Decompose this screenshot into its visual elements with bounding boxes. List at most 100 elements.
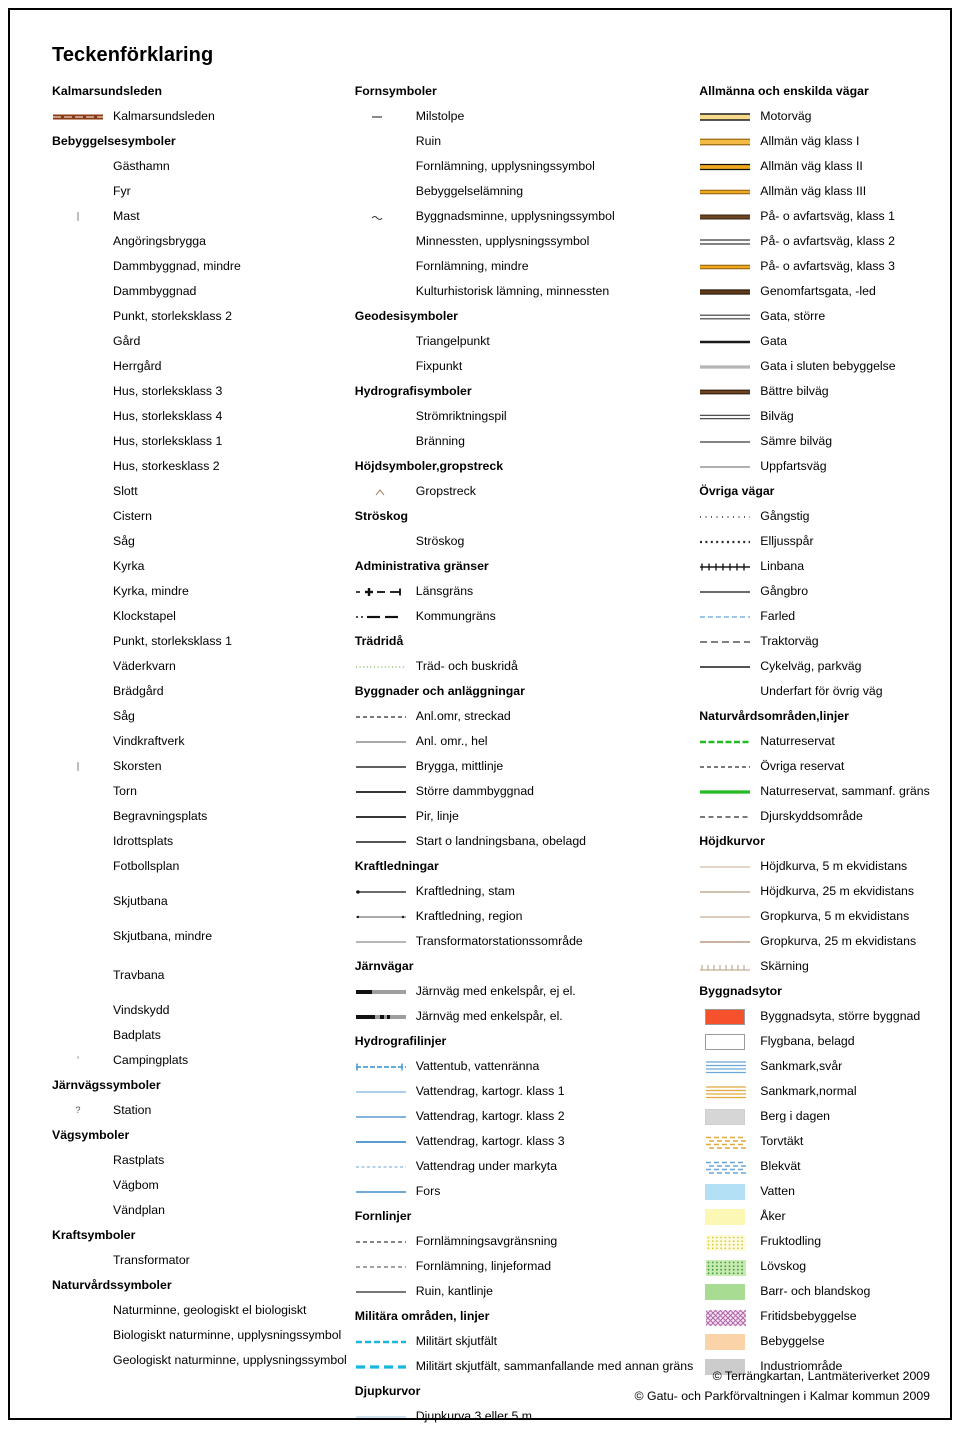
legend-item-label: Kyrka, mindre: [113, 584, 189, 598]
legend-item: Vattentub, vattenränna: [355, 1054, 694, 1079]
legend-item-label: Vatten: [760, 1184, 795, 1198]
point-blank-icon: [355, 159, 407, 174]
line-anlomr-hel-icon: [355, 734, 407, 749]
legend-item-label: Blekvät: [760, 1159, 801, 1173]
legend-item: Järnväg med enkelspår, ej el.: [355, 979, 694, 1004]
legend-group-administrativa-granser: Administrativa gränser: [354, 559, 489, 573]
legend-item-label: Elljusspår: [760, 534, 814, 548]
point-station-icon: ?: [75, 1105, 81, 1115]
legend-item-label: Rastplats: [113, 1153, 165, 1167]
point-blank-icon: [355, 334, 407, 349]
legend-item-label: Gropkurva, 5 m ekvidistans: [760, 909, 910, 923]
point-blank-icon: [355, 234, 407, 249]
legend-item-label: Åker: [760, 1209, 786, 1223]
point-blank-icon: [52, 259, 104, 274]
legend-item: Allmän väg klass I: [699, 129, 932, 154]
legend-item: Väderkvarn: [52, 654, 347, 679]
road-klass3-icon: [699, 184, 751, 199]
legend-item: Hus, storleksklass 3: [52, 379, 347, 404]
point-blank-icon: [52, 734, 104, 749]
area-torvtakt-icon: [699, 1134, 751, 1151]
copyright-line-1: © Terrängkartan, Lantmäteriverket 2009: [712, 1369, 930, 1383]
legend-item-label: Idrottsplats: [113, 834, 174, 848]
point-blank-icon: [52, 234, 104, 249]
line-ovriga-reservat-icon: [699, 759, 751, 774]
legend-item: Milstolpe: [355, 104, 694, 129]
legend-item-label: Dammbyggnad, mindre: [113, 259, 241, 273]
point-blank-icon: [52, 334, 104, 349]
road-bilvag-icon: [699, 409, 751, 424]
legend-item: Barr- och blandskog: [699, 1279, 932, 1304]
legend-item: Byggnadsyta, större byggnad: [699, 1004, 932, 1029]
point-blank-icon: [355, 534, 407, 549]
legend-item-label: Kalmarsundsleden: [113, 109, 215, 123]
legend-item-label: Station: [113, 1103, 152, 1117]
area-byggnadsyta-icon: [699, 1008, 751, 1025]
line-naturreservat-samman-icon: [699, 784, 751, 799]
legend-group-vagsymboler: Vägsymboler: [52, 1128, 130, 1142]
point-gropstreck-icon: [355, 484, 407, 499]
legend-item: Fornlämning, mindre: [355, 254, 694, 279]
legend-item-label: Ruin: [415, 134, 442, 148]
legend-item-label: Triangelpunkt: [415, 334, 490, 348]
legend-item-label: Gångbro: [760, 584, 809, 598]
point-blank-icon: [52, 1003, 104, 1018]
legend-item: Vattendrag, kartogr. klass 3: [355, 1129, 694, 1154]
legend-item-label: Allmän väg klass II: [760, 159, 863, 173]
area-barrskog-icon: [699, 1283, 751, 1300]
legend-item: Såg: [52, 529, 347, 554]
legend-item-label: Slott: [113, 484, 138, 498]
point-mast-icon: ∣: [75, 211, 81, 221]
point-blank-icon: [52, 409, 104, 424]
point-blank-icon: [52, 1253, 104, 1268]
legend-item: Genomfartsgata, -led: [699, 279, 932, 304]
line-hojdkurva25-icon: [699, 884, 751, 899]
legend-item: Gård: [52, 329, 347, 354]
legend-item-label: Vattendrag under markyta: [415, 1159, 558, 1173]
legend-item: Dammbyggnad, mindre: [52, 254, 347, 279]
area-fruktodling-icon: [699, 1234, 751, 1251]
point-blank-icon: [52, 1328, 104, 1343]
legend-item: Triangelpunkt: [355, 329, 694, 354]
point-byggnadsminne-icon: [355, 209, 407, 224]
legend-item-label: Allmän väg klass I: [760, 134, 860, 148]
legend-group-geodesisymboler: Geodesisymboler: [354, 309, 458, 323]
road-avfart2-icon: [699, 234, 751, 249]
legend-item-label: Ströskog: [415, 534, 465, 548]
legend-item-label: Genomfartsgata, -led: [760, 284, 876, 298]
legend-item-label: Höjdkurva, 5 m ekvidistans: [760, 859, 908, 873]
line-landningsbana-icon: [355, 834, 407, 849]
legend-item: Fornlämning, upplysningssymbol: [355, 154, 694, 179]
legend-item-label: Gata: [760, 334, 787, 348]
legend-item-label: Fornlämning, upplysningssymbol: [415, 159, 595, 173]
point-blank-icon: [355, 359, 407, 374]
legend-item-label: Naturreservat, sammanf. gräns: [760, 784, 930, 798]
legend-item: Djupkurva 3 eller 5 m: [355, 1404, 694, 1429]
legend-item-label: Linbana: [760, 559, 805, 573]
road-klass2-icon: [699, 159, 751, 174]
legend-item: Ruin: [355, 129, 694, 154]
line-dammbyggnad-icon: [355, 784, 407, 799]
legend-item-label: Skjutbana, mindre: [113, 929, 213, 943]
legend-item: Skjutbana, mindre: [52, 924, 347, 949]
line-djupkurva-icon: [355, 1409, 407, 1424]
legend-item: Kalmarsundsleden: [52, 104, 347, 129]
legend-item-label: Järnväg med enkelspår, el.: [415, 1009, 563, 1023]
legend-item: Gropkurva, 25 m ekvidistans: [699, 929, 932, 954]
legend-item: Allmän väg klass III: [699, 179, 932, 204]
legend-item-label: Farled: [760, 609, 796, 623]
legend-item-label: Djurskyddsområde: [760, 809, 863, 823]
legend-item-label: Vattendrag, kartogr. klass 1: [415, 1084, 565, 1098]
legend-item-label: Vattendrag, kartogr. klass 2: [415, 1109, 565, 1123]
road-gata-icon: [699, 334, 751, 349]
legend-item-label: Fritidsbebyggelse: [760, 1309, 857, 1323]
line-fornlinje-icon: [355, 1259, 407, 1274]
legend-group-kalmarsundsleden: Kalmarsundsleden: [52, 84, 163, 98]
legend-item-label: Gästhamn: [113, 159, 170, 173]
line-vattendrag-under-icon: [355, 1159, 407, 1174]
legend-group-bebyggelsesymboler: Bebyggelsesymboler: [52, 134, 176, 148]
line-transformator-icon: [355, 934, 407, 949]
legend-item: Pir, linje: [355, 804, 694, 829]
line-jarnvag-ejel-icon: [355, 984, 407, 999]
legend-item-label: Länsgräns: [415, 584, 474, 598]
